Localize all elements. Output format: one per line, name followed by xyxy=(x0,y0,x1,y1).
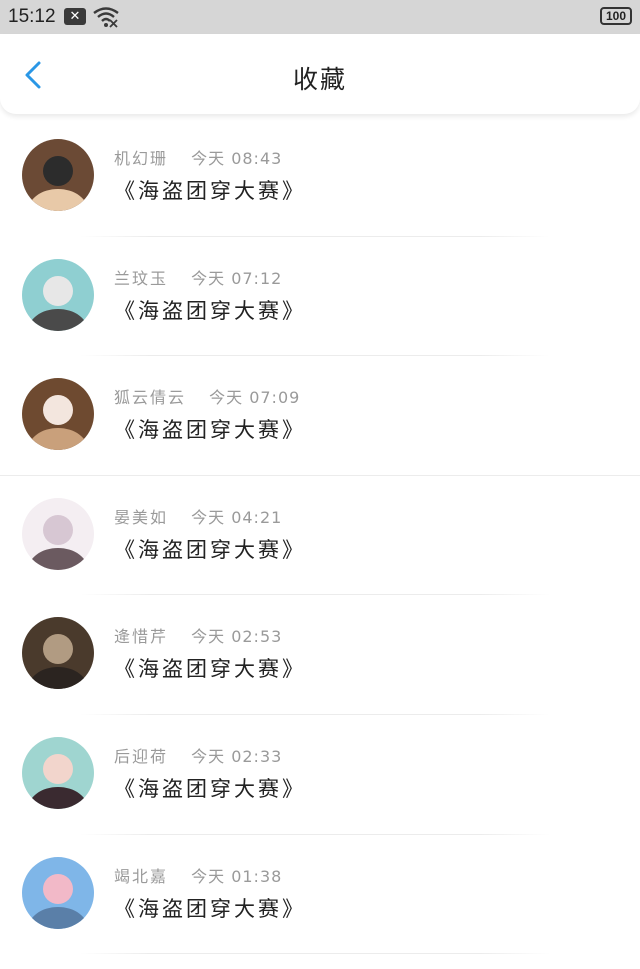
item-title: 《海盗团穿大赛》 xyxy=(114,657,306,682)
wifi-icon xyxy=(93,6,119,28)
favorite-item[interactable]: 后迎荷 今天 02:33 《海盗团穿大赛》 xyxy=(0,715,640,835)
item-meta: 机幻珊 今天 08:43 xyxy=(114,145,282,169)
status-time: 15:12 xyxy=(8,6,56,27)
avatar[interactable] xyxy=(22,258,94,331)
item-title: 《海盗团穿大赛》 xyxy=(114,298,306,323)
item-author: 机幻珊 xyxy=(114,149,169,168)
favorites-list: 机幻珊 今天 08:43 《海盗团穿大赛》 兰玟玉 今天 07:12 《海盗团穿… xyxy=(0,117,640,955)
item-meta: 竭北嘉 今天 01:38 xyxy=(114,863,282,887)
item-author: 晏美如 xyxy=(114,507,169,527)
favorite-item[interactable]: 晏美如 今天 04:21 《海盗团穿大赛》 xyxy=(0,476,640,596)
item-title: 《海盗团穿大赛》 xyxy=(114,418,306,443)
avatar[interactable] xyxy=(22,139,94,211)
item-meta: 逄惜芹 今天 02:53 xyxy=(114,623,282,647)
item-author: 后迎荷 xyxy=(114,746,169,766)
item-author: 兰玟玉 xyxy=(114,268,169,288)
avatar[interactable] xyxy=(22,378,94,451)
item-title: 《海盗团穿大赛》 xyxy=(114,776,306,801)
status-bar: 15:12 ✕ 100 xyxy=(0,0,640,34)
item-title: 《海盗团穿大赛》 xyxy=(114,896,306,921)
header: 收藏 xyxy=(0,34,640,114)
item-time: 今天 07:09 xyxy=(209,388,301,408)
item-meta: 兰玟玉 今天 07:12 xyxy=(114,265,282,289)
notification-x-icon: ✕ xyxy=(64,8,86,25)
avatar[interactable] xyxy=(22,617,94,690)
item-title: 《海盗团穿大赛》 xyxy=(114,179,306,203)
item-time: 今天 04:21 xyxy=(191,507,283,527)
item-time: 今天 08:43 xyxy=(191,149,283,168)
avatar[interactable] xyxy=(22,856,94,929)
item-meta: 晏美如 今天 04:21 xyxy=(114,504,282,528)
item-author: 竭北嘉 xyxy=(114,866,169,886)
avatar[interactable] xyxy=(22,497,94,570)
page-title: 收藏 xyxy=(292,65,347,94)
item-meta: 后迎荷 今天 02:33 xyxy=(114,743,282,767)
favorite-item[interactable]: 逄惜芹 今天 02:53 《海盗团穿大赛》 xyxy=(0,595,640,715)
item-time: 今天 01:38 xyxy=(191,866,283,886)
favorite-item[interactable]: 狐云倩云 今天 07:09 《海盗团穿大赛》 xyxy=(0,356,640,476)
item-meta: 狐云倩云 今天 07:09 xyxy=(114,384,300,408)
favorite-item[interactable]: 竭北嘉 今天 01:38 《海盗团穿大赛》 xyxy=(0,835,640,955)
item-time: 今天 02:33 xyxy=(191,746,283,766)
battery-icon: 100 xyxy=(600,7,632,25)
item-author: 狐云倩云 xyxy=(114,388,187,408)
item-time: 今天 07:12 xyxy=(191,268,283,288)
favorite-item[interactable]: 兰玟玉 今天 07:12 《海盗团穿大赛》 xyxy=(0,237,640,357)
item-title: 《海盗团穿大赛》 xyxy=(114,537,306,562)
item-time: 今天 02:53 xyxy=(191,627,283,647)
favorite-item[interactable]: 机幻珊 今天 08:43 《海盗团穿大赛》 xyxy=(0,117,640,237)
avatar[interactable] xyxy=(22,736,94,809)
divider xyxy=(80,953,550,955)
item-author: 逄惜芹 xyxy=(114,627,169,647)
